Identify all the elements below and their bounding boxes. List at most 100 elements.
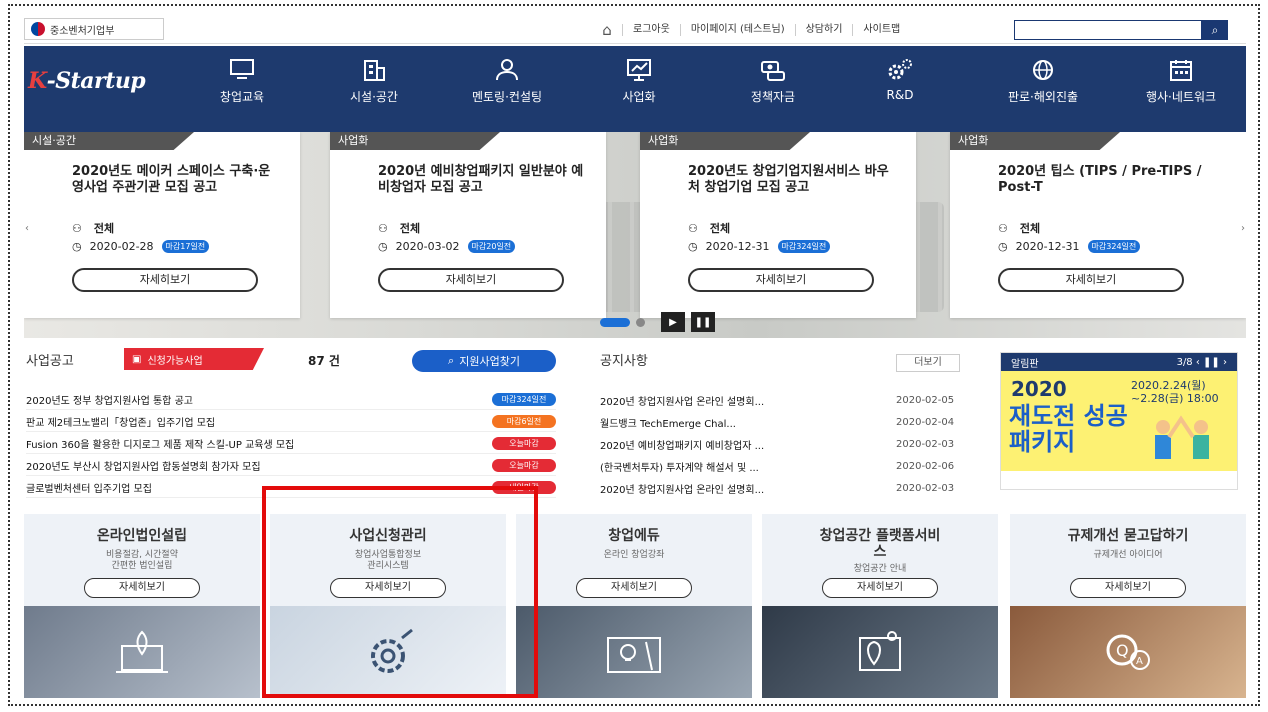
logout-link[interactable]: 로그아웃 xyxy=(622,24,680,36)
deadline-badge: 마감324일전 xyxy=(1087,240,1141,253)
slider-pager: ▶ ❚❚ xyxy=(600,312,715,332)
slider-card[interactable]: 사업화 2020년 팁스 (TIPS / Pre-TIPS / Post-T ⚇… xyxy=(950,132,1246,318)
find-support-button[interactable]: ⌕ 지원사업찾기 xyxy=(412,350,556,372)
notice-row[interactable]: 월드뱅크 TechEmerge Chal... 2020-02-04 xyxy=(600,412,960,432)
list-icon: ▣ xyxy=(132,353,142,365)
pause-icon: ❚❚ xyxy=(694,316,712,328)
deadline-badge: 오늘마감 xyxy=(492,437,556,450)
nav-item-events[interactable]: 행사·네트워크 xyxy=(1122,58,1240,105)
slider-next-button[interactable]: › xyxy=(1236,216,1246,242)
slider-prev-button[interactable]: ‹ xyxy=(24,216,34,242)
nav-item-rnd[interactable]: R&D xyxy=(870,58,930,102)
card-more-button[interactable]: 자세히보기 xyxy=(998,268,1184,292)
slider-card[interactable]: 사업화 2020년도 창업기업지원서비스 바우처 창업기업 모집 공고 ⚇ 전체 … xyxy=(640,132,916,318)
chevron-left-icon[interactable]: ‹ xyxy=(1196,357,1200,368)
banner-footer-logos xyxy=(1001,471,1237,489)
service-tile-startup-edu[interactable]: 창업에듀 온라인 창업강좌 자세히보기 xyxy=(516,514,752,698)
person-icon: ⚇ xyxy=(72,221,82,235)
highlight-box xyxy=(262,486,538,698)
top-links: ⌂ 로그아웃 마이페이지 (테스트님) 상담하기 사이트맵 xyxy=(592,16,910,44)
chevron-left-icon: ‹ xyxy=(25,223,29,234)
service-more-button[interactable]: 자세히보기 xyxy=(1070,578,1186,598)
search-button[interactable]: ⌕ xyxy=(1202,20,1228,40)
svg-text:Q: Q xyxy=(1116,641,1129,660)
building-icon xyxy=(360,58,388,82)
people-highfive-icon xyxy=(1155,415,1209,459)
business-row[interactable]: 2020년도 정부 창업지원사업 통합 공고 마감324일전 xyxy=(26,390,556,410)
notice-row[interactable]: 2020년 예비창업패키지 예비창업자 ... 2020-02-03 xyxy=(600,434,960,454)
chart-board-icon xyxy=(625,58,653,82)
service-more-button[interactable]: 자세히보기 xyxy=(822,578,938,598)
qa-bubble-icon: QA xyxy=(1106,634,1150,670)
service-more-button[interactable]: 자세히보기 xyxy=(576,578,692,598)
clock-icon: ◷ xyxy=(378,240,388,253)
main-nav: K-Startup 창업교육 시설·공간 멘토링·컨설팅 사업화 정책자금 R&… xyxy=(24,46,1246,132)
business-row[interactable]: Fusion 360을 활용한 디지로그 제품 제작 스킬-UP 교육생 모집 오… xyxy=(26,434,556,454)
service-more-button[interactable]: 자세히보기 xyxy=(84,578,200,598)
alarm-board[interactable]: 알림판 3/8 ‹ ❚❚ › 2020 2020.2.24(월) ~2.28(금)… xyxy=(1000,352,1238,490)
mypage-link[interactable]: 마이페이지 (테스트님) xyxy=(679,24,795,36)
card-title[interactable]: 2020년도 메이커 스페이스 구축·운영사업 주관기관 모집 공고 xyxy=(72,164,282,196)
top-bar: 중소벤처기업부 ⌂ 로그아웃 마이페이지 (테스트님) 상담하기 사이트맵 ⌕ xyxy=(24,16,1246,44)
nav-item-policy-fund[interactable]: 정책자금 xyxy=(728,58,818,105)
notices-more-button[interactable]: 더보기 xyxy=(896,354,960,372)
sitemap-link[interactable]: 사이트맵 xyxy=(852,24,910,36)
nav-item-commercialization[interactable]: 사업화 xyxy=(604,58,674,105)
person-icon: ⚇ xyxy=(688,221,698,235)
play-button[interactable]: ▶ xyxy=(661,312,685,332)
pager-active-indicator[interactable] xyxy=(600,317,630,327)
slider-card[interactable]: 사업화 2020년 예비창업패키지 일반분야 예비창업자 모집 공고 ⚇ 전체 ◷… xyxy=(330,132,606,318)
notice-row[interactable]: 2020년 창업지원사업 온라인 설명회... 2020-02-03 xyxy=(600,478,960,498)
person-icon: ⚇ xyxy=(378,221,388,235)
person-icon: ⚇ xyxy=(998,221,1008,235)
nav-item-facility[interactable]: 시설·공간 xyxy=(324,58,424,105)
monitor-icon xyxy=(228,58,256,82)
chevron-right-icon[interactable]: › xyxy=(1223,357,1227,368)
kstartup-logo[interactable]: K-Startup xyxy=(28,68,146,94)
search-input[interactable] xyxy=(1014,20,1202,40)
deadline-badge: 마감17일전 xyxy=(161,240,210,253)
card-title[interactable]: 2020년 예비창업패키지 일반분야 예비창업자 모집 공고 xyxy=(378,164,588,196)
available-business-tag[interactable]: ▣ 신청가능사업 xyxy=(124,348,264,370)
alarm-header: 알림판 3/8 ‹ ❚❚ › xyxy=(1001,353,1237,371)
deadline-badge: 오늘마감 xyxy=(492,459,556,472)
service-tile-online-incorporation[interactable]: 온라인법인설립 비용절감, 시간절약 간편한 법인설립 자세히보기 xyxy=(24,514,260,698)
card-more-button[interactable]: 자세히보기 xyxy=(72,268,258,292)
pause-icon[interactable]: ❚❚ xyxy=(1203,357,1220,368)
card-more-button[interactable]: 자세히보기 xyxy=(688,268,874,292)
clock-icon: ◷ xyxy=(998,240,1008,253)
gov-label: 중소벤처기업부 xyxy=(50,25,115,37)
deadline-badge: 마감324일전 xyxy=(492,393,556,406)
notice-row[interactable]: (한국벤처투자) 투자계약 해설서 및 ... 2020-02-06 xyxy=(600,456,960,476)
service-tile-startup-space[interactable]: 창업공간 플랫폼서비스 창업공간 안내 자세히보기 xyxy=(762,514,998,698)
pager-dot[interactable] xyxy=(636,317,645,327)
banner-headline: 재도전 성공 패키지 xyxy=(1009,402,1128,456)
pause-button[interactable]: ❚❚ xyxy=(691,312,715,332)
business-row[interactable]: 2020년도 부산시 창업지원사업 합동설명회 참가자 모집 오늘마감 xyxy=(26,456,556,476)
card-title[interactable]: 2020년 팁스 (TIPS / Pre-TIPS / Post-T xyxy=(998,164,1208,196)
play-icon: ▶ xyxy=(669,316,677,328)
card-more-button[interactable]: 자세히보기 xyxy=(378,268,564,292)
globe-icon xyxy=(1029,58,1057,82)
taegeuk-logo-icon xyxy=(31,22,45,36)
nav-item-overseas[interactable]: 판로·해외진출 xyxy=(988,58,1098,105)
consult-link[interactable]: 상담하기 xyxy=(794,24,853,36)
service-tile-regulation-qa[interactable]: 규제개선 묻고답하기 규제개선 아이디어 자세히보기 QA xyxy=(1010,514,1246,698)
notice-row[interactable]: 2020년 창업지원사업 온라인 설명회... 2020-02-05 xyxy=(600,390,960,410)
card-title[interactable]: 2020년도 창업기업지원서비스 바우처 창업기업 모집 공고 xyxy=(688,164,898,196)
service-tiles: 온라인법인설립 비용절감, 시간절약 간편한 법인설립 자세히보기 사업신청관리… xyxy=(24,514,1246,698)
nav-item-education[interactable]: 창업교육 xyxy=(202,58,282,105)
deadline-badge: 마감6일전 xyxy=(492,415,556,428)
deadline-badge: 마감20일전 xyxy=(467,240,516,253)
bulb-pencil-icon xyxy=(607,637,661,673)
business-row[interactable]: 판교 제2테크노밸리「창업존」입주기업 모집 마감6일전 xyxy=(26,412,556,432)
announcement-slider: 시설·공간 2020년도 메이커 스페이스 구축·운영사업 주관기관 모집 공고… xyxy=(24,132,1246,338)
calendar-icon xyxy=(1167,58,1195,82)
search-icon: ⌕ xyxy=(448,354,455,367)
deadline-badge: 마감324일전 xyxy=(777,240,831,253)
nav-item-mentoring[interactable]: 멘토링·컨설팅 xyxy=(442,58,572,105)
business-count: 87 건 xyxy=(308,354,340,368)
slider-card[interactable]: 시설·공간 2020년도 메이커 스페이스 구축·운영사업 주관기관 모집 공고… xyxy=(24,132,300,318)
gov-link[interactable]: 중소벤처기업부 xyxy=(24,18,164,40)
home-icon[interactable]: ⌂ xyxy=(592,21,622,39)
